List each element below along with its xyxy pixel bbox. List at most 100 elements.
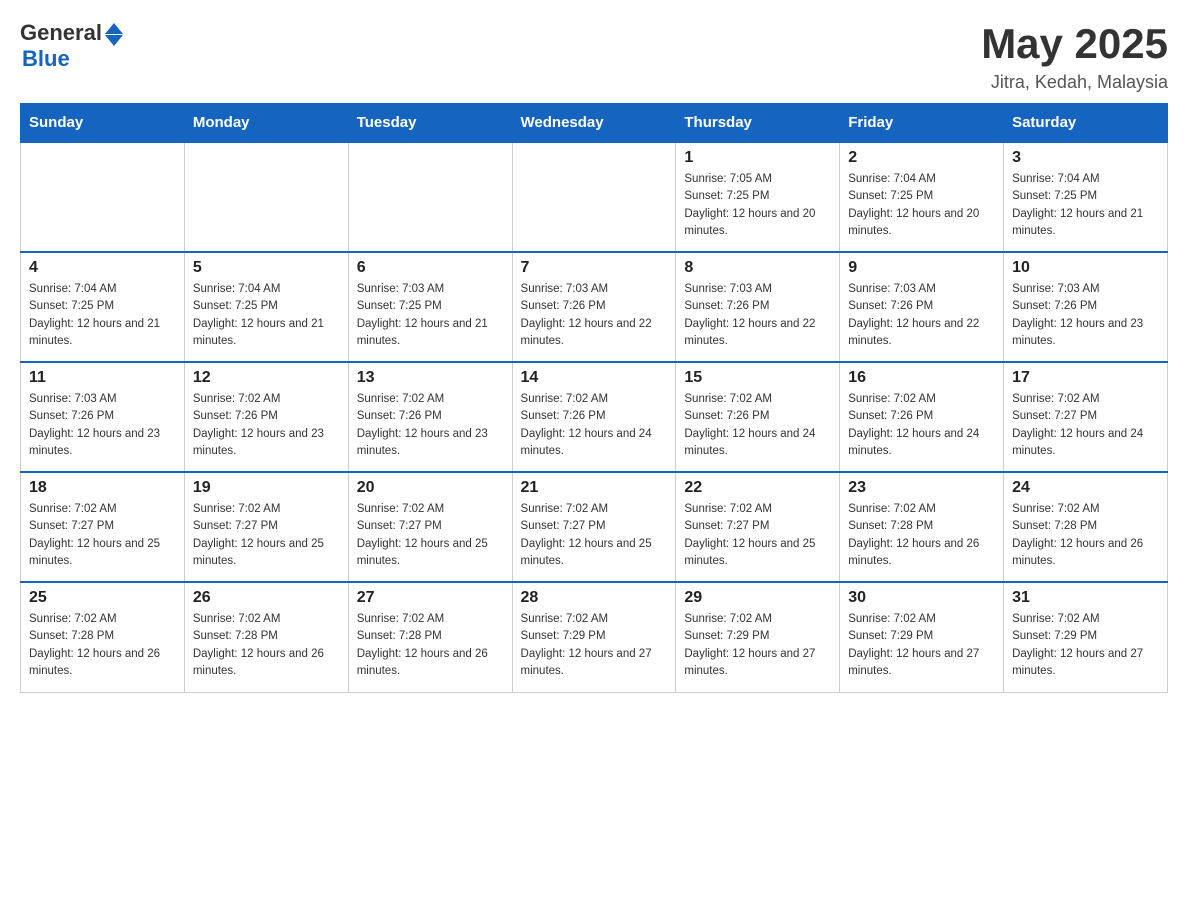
- col-header-friday: Friday: [840, 104, 1004, 143]
- day-number: 6: [357, 259, 504, 277]
- day-number: 31: [1012, 589, 1159, 607]
- calendar-cell-w2-d1: 4Sunrise: 7:04 AMSunset: 7:25 PMDaylight…: [21, 252, 185, 362]
- calendar-cell-w2-d5: 8Sunrise: 7:03 AMSunset: 7:26 PMDaylight…: [676, 252, 840, 362]
- day-info: Sunrise: 7:03 AMSunset: 7:25 PMDaylight:…: [357, 281, 504, 350]
- calendar-cell-w1-d5: 1 Sunrise: 7:05 AMSunset: 7:25 PMDaylight…: [676, 142, 840, 252]
- day-number: 23: [848, 479, 995, 497]
- day-info: Sunrise: 7:02 AMSunset: 7:28 PMDaylight:…: [848, 501, 995, 570]
- calendar-cell-w4-d6: 23 Sunrise: 7:02 AMSunset: 7:28 PMDayligh…: [840, 472, 1004, 582]
- day-number: 3: [1012, 149, 1159, 167]
- logo-blue: Blue: [22, 46, 70, 72]
- day-number: 28: [521, 589, 668, 607]
- calendar-header-row: Sunday Monday Tuesday Wednesday Thursday…: [21, 104, 1168, 143]
- day-info: Sunrise: 7:02 AMSunset: 7:27 PMDaylight:…: [521, 501, 668, 570]
- day-number: 30: [848, 589, 995, 607]
- day-number: 29: [684, 589, 831, 607]
- calendar-cell-w1-d4: [512, 142, 676, 252]
- calendar-cell-w2-d6: 9 Sunrise: 7:03 AMSunset: 7:26 PMDaylight…: [840, 252, 1004, 362]
- day-info: Sunrise: 7:02 AMSunset: 7:28 PMDaylight:…: [357, 611, 504, 680]
- day-info: Sunrise: 7:03 AMSunset: 7:26 PMDaylight:…: [521, 281, 668, 350]
- calendar-cell-w5-d3: 27 Sunrise: 7:02 AMSunset: 7:28 PMDayligh…: [348, 582, 512, 692]
- page-header: General Blue May 2025 Jitra, Kedah, Mala…: [20, 20, 1168, 93]
- calendar-cell-w4-d3: 20 Sunrise: 7:02 AMSunset: 7:27 PMDayligh…: [348, 472, 512, 582]
- day-info: Sunrise: 7:02 AMSunset: 7:26 PMDaylight:…: [521, 391, 668, 460]
- day-info: Sunrise: 7:02 AMSunset: 7:28 PMDaylight:…: [193, 611, 340, 680]
- day-number: 8: [684, 259, 831, 277]
- day-number: 19: [193, 479, 340, 497]
- day-number: 7: [521, 259, 668, 277]
- day-info: Sunrise: 7:02 AMSunset: 7:26 PMDaylight:…: [357, 391, 504, 460]
- day-number: 18: [29, 479, 176, 497]
- calendar-cell-w2-d4: 7 Sunrise: 7:03 AMSunset: 7:26 PMDaylight…: [512, 252, 676, 362]
- week-row-4: 18 Sunrise: 7:02 AMSunset: 7:27 PMDayligh…: [21, 472, 1168, 582]
- day-number: 1: [684, 149, 831, 167]
- calendar-cell-w4-d1: 18 Sunrise: 7:02 AMSunset: 7:27 PMDayligh…: [21, 472, 185, 582]
- day-info: Sunrise: 7:02 AMSunset: 7:27 PMDaylight:…: [357, 501, 504, 570]
- day-info: Sunrise: 7:02 AMSunset: 7:27 PMDaylight:…: [29, 501, 176, 570]
- day-info: Sunrise: 7:02 AMSunset: 7:27 PMDaylight:…: [193, 501, 340, 570]
- day-number: 27: [357, 589, 504, 607]
- calendar-cell-w1-d2: [184, 142, 348, 252]
- calendar-cell-w3-d4: 14 Sunrise: 7:02 AMSunset: 7:26 PMDayligh…: [512, 362, 676, 472]
- calendar-cell-w1-d6: 2Sunrise: 7:04 AMSunset: 7:25 PMDaylight…: [840, 142, 1004, 252]
- day-info: Sunrise: 7:04 AMSunset: 7:25 PMDaylight:…: [1012, 171, 1159, 240]
- day-number: 10: [1012, 259, 1159, 277]
- day-number: 12: [193, 369, 340, 387]
- calendar-cell-w1-d7: 3 Sunrise: 7:04 AMSunset: 7:25 PMDaylight…: [1004, 142, 1168, 252]
- day-info: Sunrise: 7:02 AMSunset: 7:29 PMDaylight:…: [1012, 611, 1159, 680]
- day-info: Sunrise: 7:03 AMSunset: 7:26 PMDaylight:…: [1012, 281, 1159, 350]
- calendar-cell-w4-d5: 22Sunrise: 7:02 AMSunset: 7:27 PMDayligh…: [676, 472, 840, 582]
- calendar-cell-w1-d1: [21, 142, 185, 252]
- col-header-sunday: Sunday: [21, 104, 185, 143]
- day-info: Sunrise: 7:03 AMSunset: 7:26 PMDaylight:…: [29, 391, 176, 460]
- day-number: 20: [357, 479, 504, 497]
- calendar-cell-w5-d6: 30Sunrise: 7:02 AMSunset: 7:29 PMDayligh…: [840, 582, 1004, 692]
- week-row-3: 11 Sunrise: 7:03 AMSunset: 7:26 PMDayligh…: [21, 362, 1168, 472]
- month-year-title: May 2025: [981, 20, 1168, 68]
- calendar-cell-w2-d3: 6 Sunrise: 7:03 AMSunset: 7:25 PMDaylight…: [348, 252, 512, 362]
- col-header-saturday: Saturday: [1004, 104, 1168, 143]
- title-area: May 2025 Jitra, Kedah, Malaysia: [981, 20, 1168, 93]
- calendar-cell-w3-d5: 15 Sunrise: 7:02 AMSunset: 7:26 PMDayligh…: [676, 362, 840, 472]
- day-info: Sunrise: 7:02 AMSunset: 7:26 PMDaylight:…: [193, 391, 340, 460]
- day-number: 14: [521, 369, 668, 387]
- day-info: Sunrise: 7:03 AMSunset: 7:26 PMDaylight:…: [848, 281, 995, 350]
- day-number: 25: [29, 589, 176, 607]
- day-number: 11: [29, 369, 176, 387]
- calendar-cell-w4-d7: 24 Sunrise: 7:02 AMSunset: 7:28 PMDayligh…: [1004, 472, 1168, 582]
- day-number: 16: [848, 369, 995, 387]
- calendar-cell-w5-d4: 28Sunrise: 7:02 AMSunset: 7:29 PMDayligh…: [512, 582, 676, 692]
- day-number: 9: [848, 259, 995, 277]
- day-info: Sunrise: 7:04 AMSunset: 7:25 PMDaylight:…: [29, 281, 176, 350]
- day-number: 21: [521, 479, 668, 497]
- col-header-monday: Monday: [184, 104, 348, 143]
- calendar-cell-w1-d3: [348, 142, 512, 252]
- day-number: 15: [684, 369, 831, 387]
- calendar-cell-w5-d5: 29 Sunrise: 7:02 AMSunset: 7:29 PMDayligh…: [676, 582, 840, 692]
- calendar-cell-w4-d4: 21 Sunrise: 7:02 AMSunset: 7:27 PMDayligh…: [512, 472, 676, 582]
- day-info: Sunrise: 7:04 AMSunset: 7:25 PMDaylight:…: [848, 171, 995, 240]
- day-number: 17: [1012, 369, 1159, 387]
- calendar-cell-w5-d1: 25Sunrise: 7:02 AMSunset: 7:28 PMDayligh…: [21, 582, 185, 692]
- calendar-cell-w3-d7: 17Sunrise: 7:02 AMSunset: 7:27 PMDayligh…: [1004, 362, 1168, 472]
- calendar-table: Sunday Monday Tuesday Wednesday Thursday…: [20, 103, 1168, 693]
- col-header-tuesday: Tuesday: [348, 104, 512, 143]
- day-number: 5: [193, 259, 340, 277]
- day-info: Sunrise: 7:02 AMSunset: 7:28 PMDaylight:…: [1012, 501, 1159, 570]
- day-info: Sunrise: 7:05 AMSunset: 7:25 PMDaylight:…: [684, 171, 831, 240]
- calendar-cell-w2-d7: 10 Sunrise: 7:03 AMSunset: 7:26 PMDayligh…: [1004, 252, 1168, 362]
- day-info: Sunrise: 7:02 AMSunset: 7:27 PMDaylight:…: [684, 501, 831, 570]
- day-info: Sunrise: 7:02 AMSunset: 7:26 PMDaylight:…: [684, 391, 831, 460]
- day-number: 24: [1012, 479, 1159, 497]
- day-info: Sunrise: 7:02 AMSunset: 7:29 PMDaylight:…: [684, 611, 831, 680]
- location-subtitle: Jitra, Kedah, Malaysia: [981, 72, 1168, 93]
- calendar-cell-w3-d1: 11 Sunrise: 7:03 AMSunset: 7:26 PMDayligh…: [21, 362, 185, 472]
- col-header-wednesday: Wednesday: [512, 104, 676, 143]
- day-number: 26: [193, 589, 340, 607]
- calendar-cell-w3-d3: 13Sunrise: 7:02 AMSunset: 7:26 PMDayligh…: [348, 362, 512, 472]
- calendar-cell-w3-d2: 12 Sunrise: 7:02 AMSunset: 7:26 PMDayligh…: [184, 362, 348, 472]
- calendar-cell-w5-d7: 31 Sunrise: 7:02 AMSunset: 7:29 PMDayligh…: [1004, 582, 1168, 692]
- logo-general: General: [20, 20, 102, 46]
- calendar-cell-w2-d2: 5Sunrise: 7:04 AMSunset: 7:25 PMDaylight…: [184, 252, 348, 362]
- logo: General Blue: [20, 20, 123, 72]
